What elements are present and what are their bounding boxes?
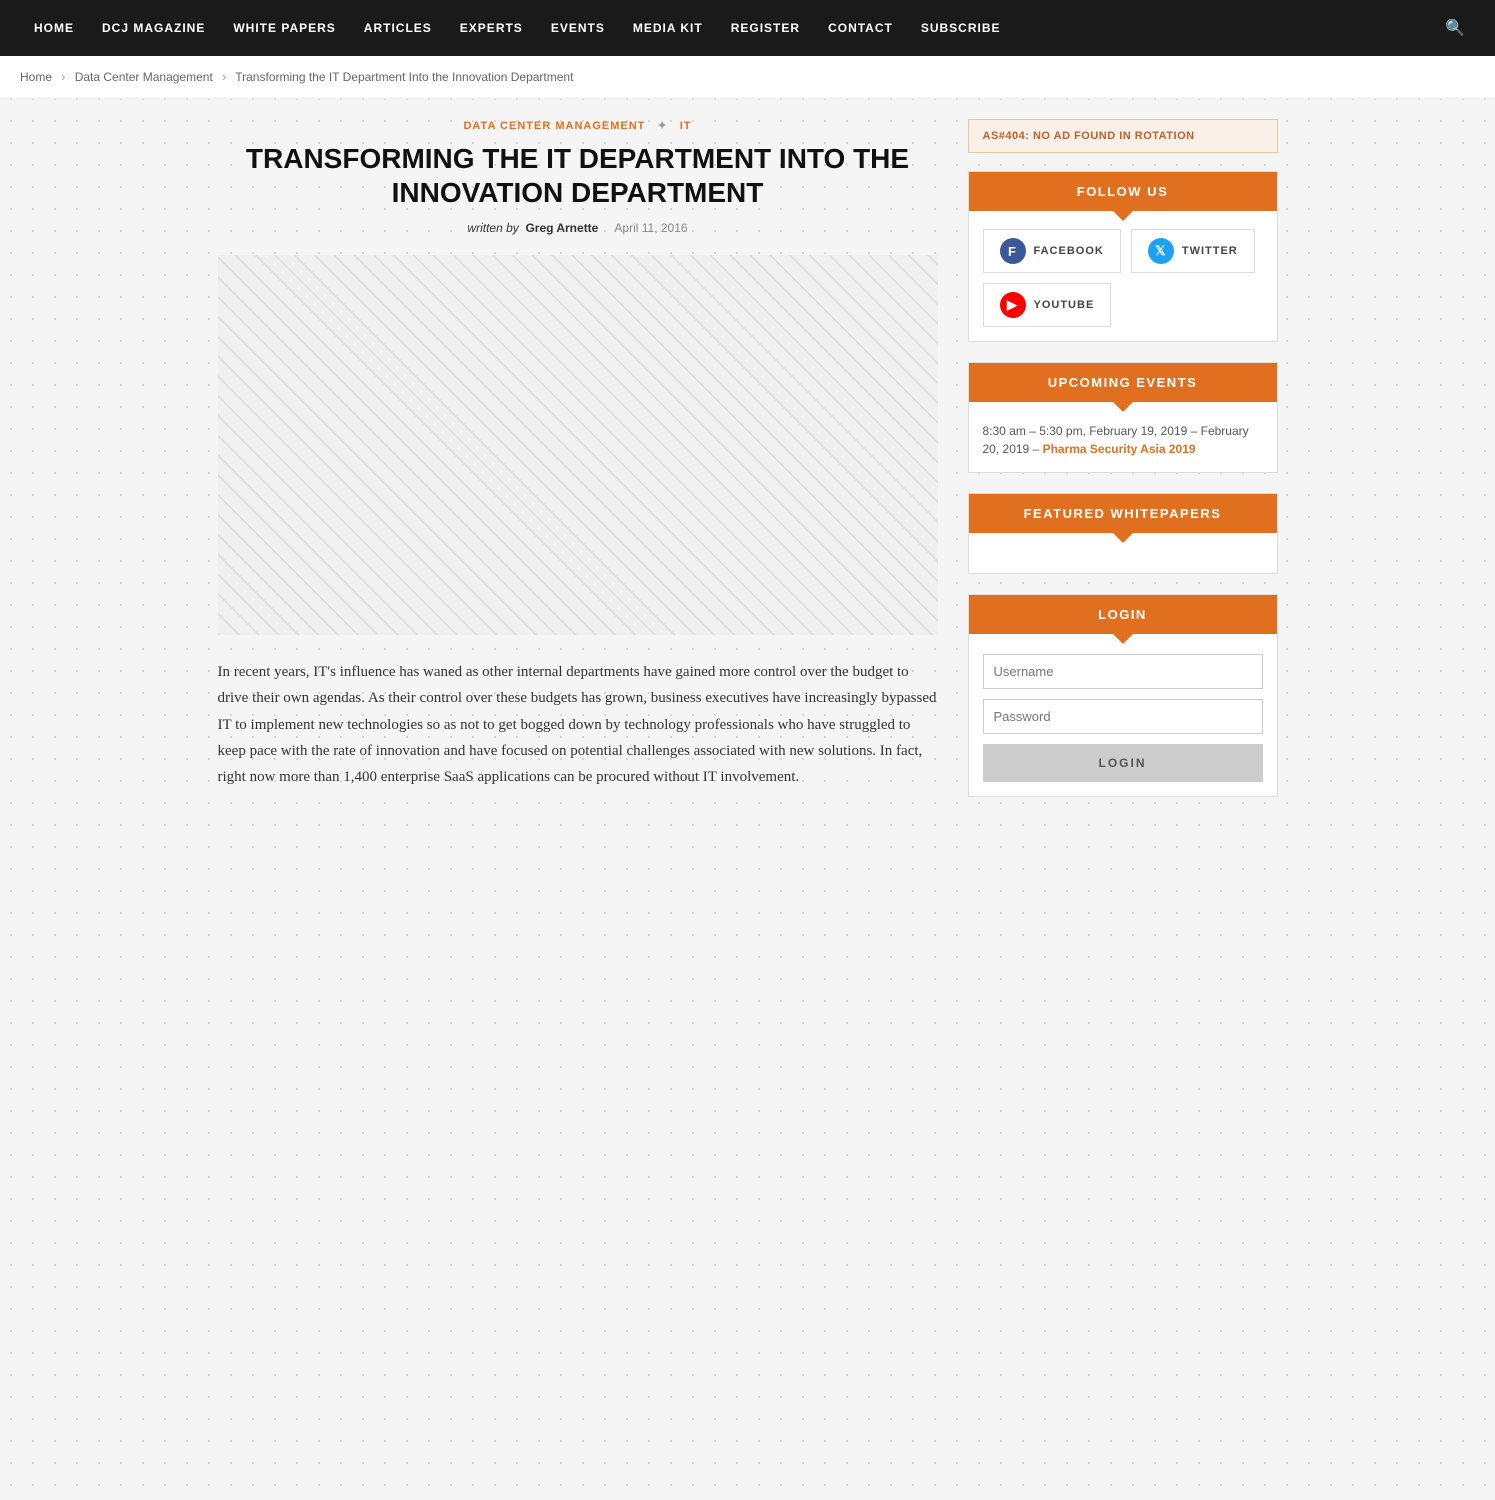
facebook-button[interactable]: f FACEBOOK — [983, 229, 1121, 273]
facebook-icon: f — [1000, 238, 1026, 264]
upcoming-events-widget: UPCOMING EVENTS 8:30 am – 5:30 pm, Febru… — [968, 362, 1278, 473]
upcoming-events-header: UPCOMING EVENTS — [969, 363, 1277, 402]
login-button[interactable]: LOGIN — [983, 744, 1263, 782]
nav-home[interactable]: HOME — [20, 0, 88, 56]
youtube-icon: ▶ — [1000, 292, 1026, 318]
nav-contact[interactable]: CONTACT — [814, 0, 907, 56]
author-name[interactable]: Greg Arnette — [525, 221, 598, 235]
main-nav: HOME DCJ MAGAZINE WHITE PAPERS ARTICLES … — [0, 0, 1495, 56]
username-input[interactable] — [983, 654, 1263, 689]
login-body: LOGIN — [969, 634, 1277, 796]
nav-media-kit[interactable]: MEDIA KIT — [619, 0, 717, 56]
nav-white-papers[interactable]: WHITE PAPERS — [219, 0, 349, 56]
article-title: TRANSFORMING THE IT DEPARTMENT INTO THE … — [218, 142, 938, 209]
youtube-button[interactable]: ▶ YOUTUBE — [983, 283, 1112, 327]
social-buttons: f FACEBOOK 𝕏 TWITTER ▶ YOUTUBE — [969, 211, 1277, 341]
category-separator: ✦ — [657, 120, 667, 132]
login-widget: LOGIN LOGIN — [968, 594, 1278, 797]
breadcrumb: Home › Data Center Management › Transfor… — [0, 56, 1495, 99]
search-icon[interactable]: 🔍 — [1435, 18, 1475, 38]
breadcrumb-home[interactable]: Home — [20, 70, 52, 84]
breadcrumb-sep2: › — [222, 70, 226, 84]
article-paragraph-1: In recent years, IT's influence has wane… — [218, 659, 938, 790]
nav-articles[interactable]: ARTICLES — [350, 0, 446, 56]
ad-notice: AS#404: NO AD FOUND IN ROTATION — [968, 119, 1278, 153]
nav-register[interactable]: REGISTER — [717, 0, 814, 56]
article-meta: written by Greg Arnette April 11, 2016 — [218, 221, 938, 235]
login-header: LOGIN — [969, 595, 1277, 634]
nav-dcj-magazine[interactable]: DCJ MAGAZINE — [88, 0, 219, 56]
facebook-label: FACEBOOK — [1034, 245, 1104, 257]
category-link-1[interactable]: DATA CENTER MANAGEMENT — [463, 120, 645, 132]
nav-events[interactable]: EVENTS — [537, 0, 619, 56]
breadcrumb-sep1: › — [61, 70, 65, 84]
nav-subscribe[interactable]: SUBSCRIBE — [907, 0, 1015, 56]
article-body: In recent years, IT's influence has wane… — [218, 659, 938, 790]
sidebar: AS#404: NO AD FOUND IN ROTATION FOLLOW U… — [968, 119, 1278, 817]
password-input[interactable] — [983, 699, 1263, 734]
article-column: DATA CENTER MANAGEMENT ✦ IT TRANSFORMING… — [218, 119, 938, 817]
youtube-label: YOUTUBE — [1034, 299, 1095, 311]
follow-us-header: FOLLOW US — [969, 172, 1277, 211]
written-by-label: written by Greg Arnette — [467, 221, 601, 235]
breadcrumb-current: Transforming the IT Department Into the … — [235, 70, 573, 84]
follow-us-widget: FOLLOW US f FACEBOOK 𝕏 TWITTER ▶ YOUTUBE — [968, 171, 1278, 342]
featured-whitepapers-header: FEATURED WHITEPAPERS — [969, 494, 1277, 533]
event-link[interactable]: Pharma Security Asia 2019 — [1043, 442, 1196, 456]
article-categories: DATA CENTER MANAGEMENT ✦ IT — [218, 119, 938, 132]
twitter-button[interactable]: 𝕏 TWITTER — [1131, 229, 1255, 273]
nav-experts[interactable]: EXPERTS — [446, 0, 537, 56]
twitter-label: TWITTER — [1182, 245, 1238, 257]
category-link-2[interactable]: IT — [680, 120, 692, 132]
article-date: April 11, 2016 — [614, 221, 687, 235]
upcoming-events-body: 8:30 am – 5:30 pm, February 19, 2019 – F… — [969, 402, 1277, 472]
twitter-icon: 𝕏 — [1148, 238, 1174, 264]
featured-whitepapers-widget: FEATURED WHITEPAPERS — [968, 493, 1278, 574]
breadcrumb-section[interactable]: Data Center Management — [75, 70, 213, 84]
event-time: 8:30 am – 5:30 pm, February 19, 2019 – F… — [983, 422, 1263, 458]
article-image — [218, 255, 938, 635]
